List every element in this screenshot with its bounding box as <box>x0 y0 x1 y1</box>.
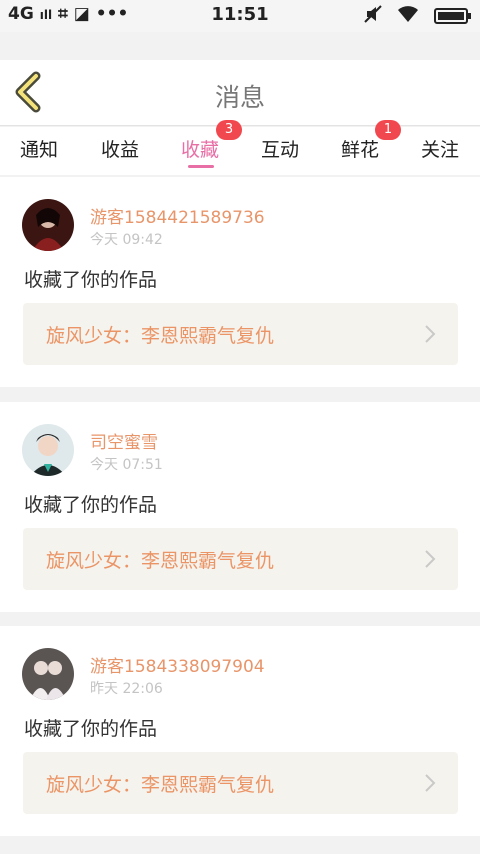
work-title: 旋风少女：李恩熙霸气复仇 <box>46 550 275 572</box>
user-name[interactable]: 游客1584421589736 <box>90 203 265 228</box>
chevron-right-icon <box>425 550 436 568</box>
tab-notifications[interactable]: 通知 <box>20 135 58 162</box>
app-header: 消息 <box>0 60 480 126</box>
avatar[interactable] <box>22 648 74 700</box>
message-time: 今天 09:42 <box>90 232 163 248</box>
tab-favorites[interactable]: 收藏 <box>181 135 219 162</box>
tab-interactions[interactable]: 互动 <box>261 135 299 162</box>
status-right <box>354 5 471 27</box>
message-card: 司空蜜雪 今天 07:51 收藏了你的作品 旋风少女：李恩熙霸气复仇 <box>0 402 480 612</box>
chevron-right-icon <box>425 325 436 343</box>
message-text: 收藏了你的作品 <box>24 494 158 516</box>
tab-bar: 通知 收益 收藏 3 互动 鲜花 1 关注 <box>0 120 480 175</box>
work-title: 旋风少女：李恩熙霸气复仇 <box>46 774 275 796</box>
work-link[interactable]: 旋风少女：李恩熙霸气复仇 <box>23 752 458 814</box>
avatar[interactable] <box>22 424 74 476</box>
wifi-icon <box>397 5 419 27</box>
tab-following[interactable]: 关注 <box>421 135 459 162</box>
message-card: 游客1584421589736 今天 09:42 收藏了你的作品 旋风少女：李恩… <box>0 177 480 387</box>
message-time: 昨天 22:06 <box>90 681 163 697</box>
flowers-badge: 1 <box>375 120 401 140</box>
message-text: 收藏了你的作品 <box>24 269 158 291</box>
message-card: 游客1584338097904 昨天 22:06 收藏了你的作品 旋风少女：李恩… <box>0 626 480 836</box>
battery-icon <box>434 8 471 24</box>
user-name[interactable]: 司空蜜雪 <box>90 428 158 453</box>
work-link[interactable]: 旋风少女：李恩熙霸气复仇 <box>23 528 458 590</box>
tab-flowers[interactable]: 鲜花 <box>341 135 379 162</box>
status-bar: 4G ıll ⌗ ◪ ••• 11:51 <box>0 0 480 32</box>
page-title: 消息 <box>214 83 265 112</box>
favorites-badge: 3 <box>216 120 242 140</box>
message-time: 今天 07:51 <box>90 457 163 473</box>
mute-icon <box>364 5 382 27</box>
user-name[interactable]: 游客1584338097904 <box>90 652 265 677</box>
message-text: 收藏了你的作品 <box>24 718 158 740</box>
avatar[interactable] <box>22 199 74 251</box>
work-link[interactable]: 旋风少女：李恩熙霸气复仇 <box>23 303 458 365</box>
chevron-right-icon <box>425 774 436 792</box>
work-title: 旋风少女：李恩熙霸气复仇 <box>46 325 275 347</box>
tab-earnings[interactable]: 收益 <box>101 135 139 162</box>
active-tab-indicator <box>188 165 214 168</box>
